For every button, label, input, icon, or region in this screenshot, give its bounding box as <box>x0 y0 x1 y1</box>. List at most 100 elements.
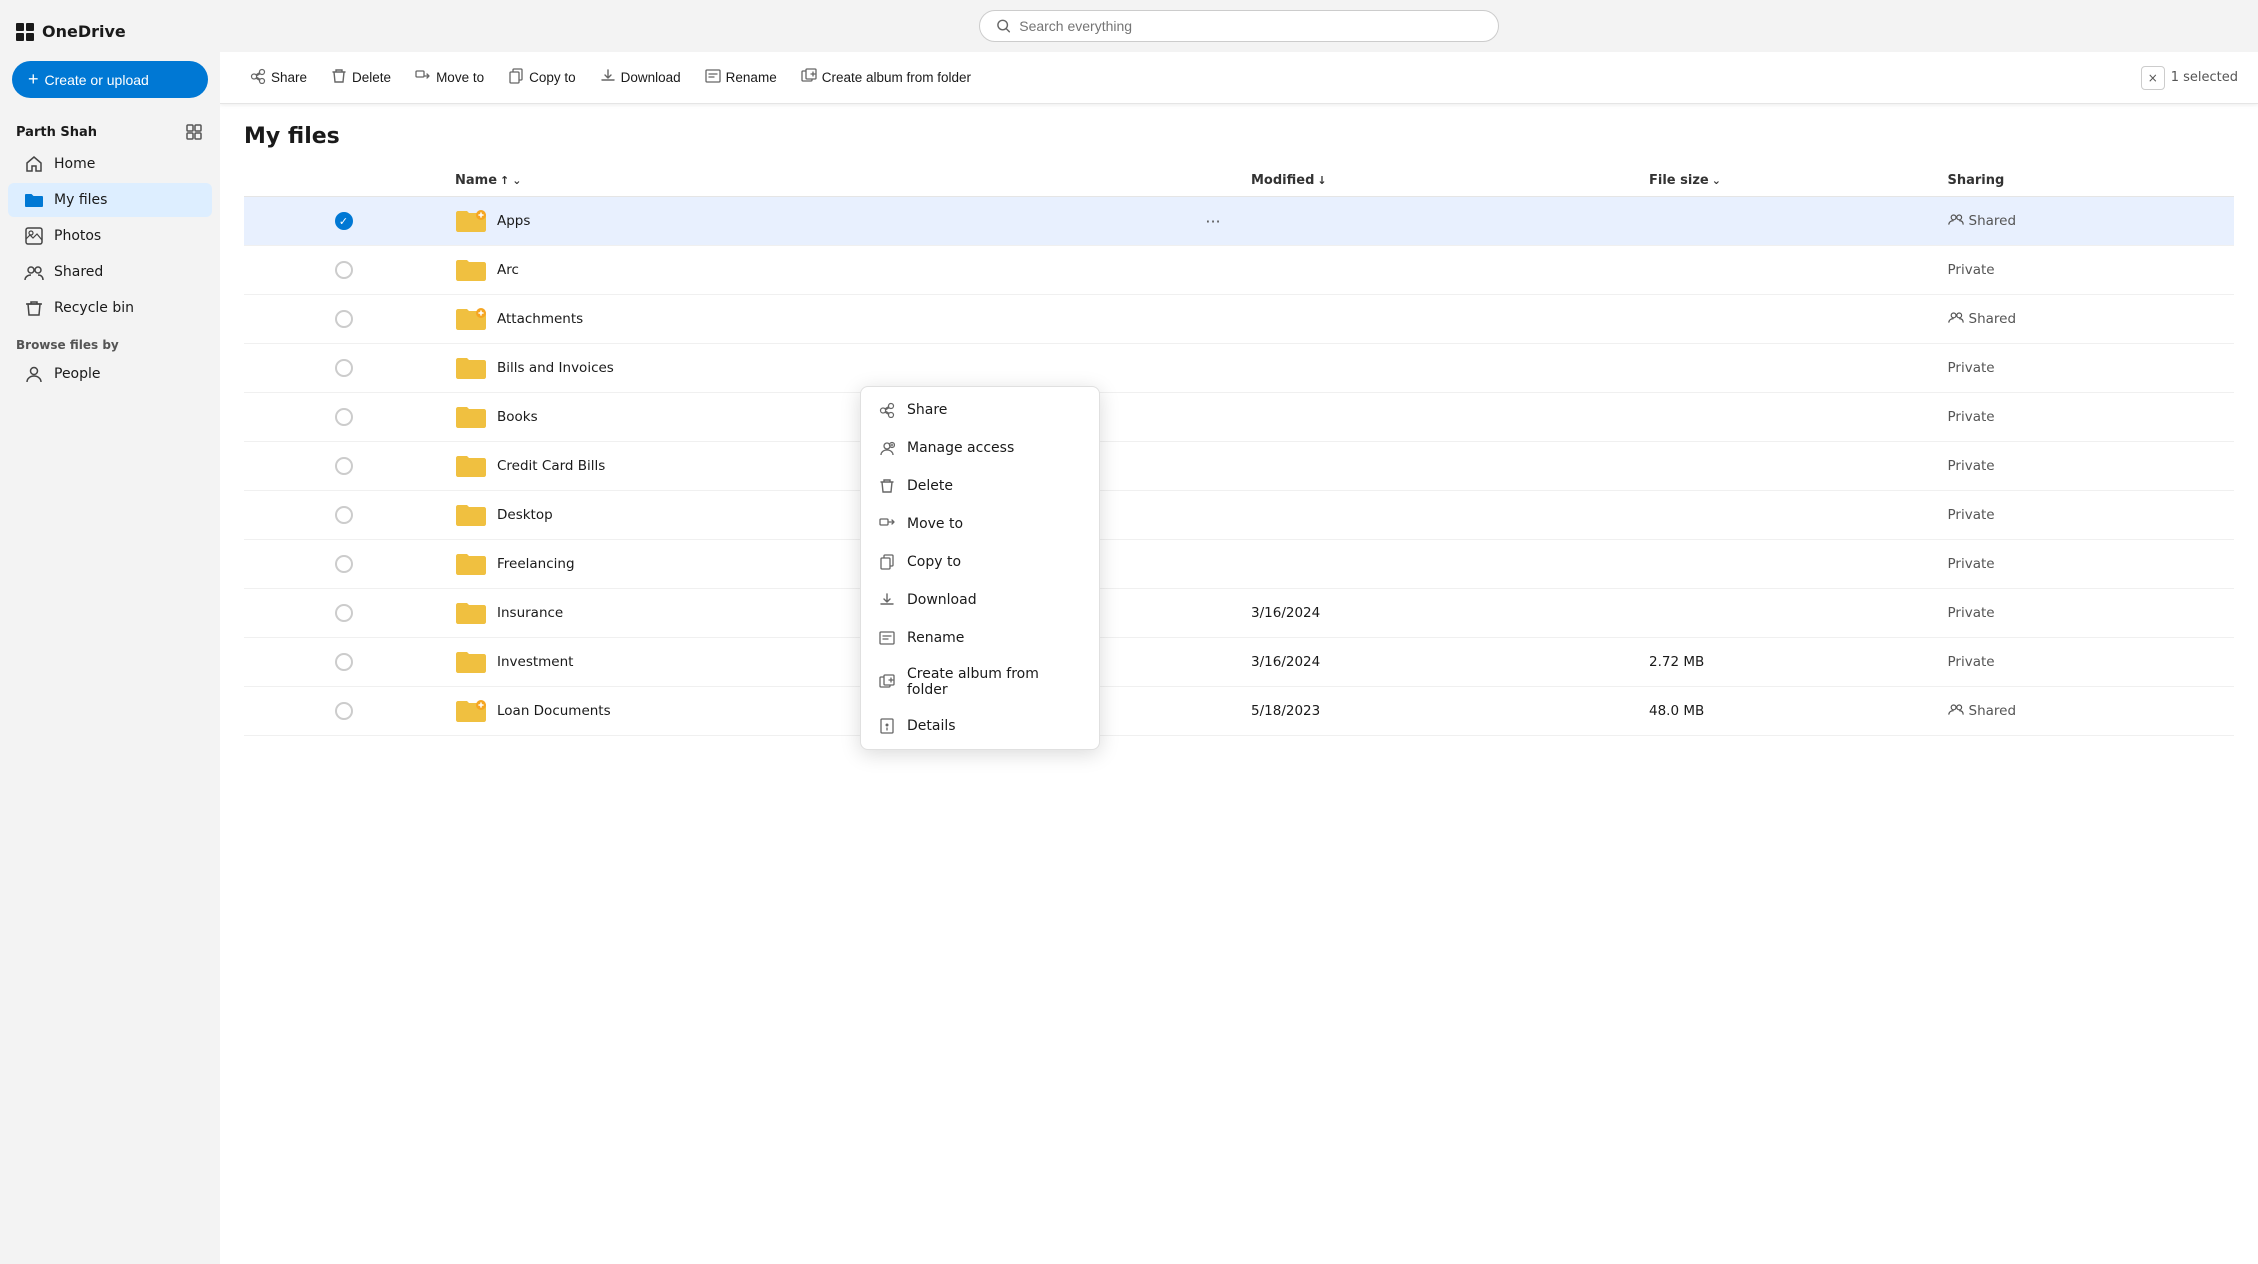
th-file-size[interactable]: File size ⌄ <box>1637 165 1936 197</box>
ctx-item-share[interactable]: Share <box>861 391 1099 429</box>
rename-button[interactable]: Rename <box>695 62 787 94</box>
sharing-label: Private <box>1948 262 1995 278</box>
modified-header-label: Modified <box>1251 173 1314 188</box>
name-cell[interactable]: Loan Documents ··· <box>443 687 1239 736</box>
file-name: Loan Documents <box>497 703 611 719</box>
th-modified[interactable]: Modified ↓ <box>1239 165 1637 197</box>
checkbox-cell[interactable]: ✓ <box>244 197 443 246</box>
create-or-upload-button[interactable]: + Create or upload <box>12 61 208 98</box>
checkbox-cell[interactable] <box>244 344 443 393</box>
row-checkbox-empty[interactable] <box>335 408 353 426</box>
sharing-shared-icon <box>1948 702 1964 720</box>
size-cell <box>1637 295 1936 344</box>
search-input[interactable] <box>1019 18 1482 34</box>
people-icon <box>24 364 44 384</box>
ctx-item-label: Details <box>907 718 956 734</box>
folder-icon <box>455 303 487 335</box>
create-button-label: Create or upload <box>45 72 149 88</box>
table-row: Insurance ··· 3/16/2024 Private <box>244 589 2234 638</box>
delete-button[interactable]: Delete <box>321 62 401 94</box>
ctx-item-move-to[interactable]: Move to <box>861 505 1099 543</box>
name-cell[interactable]: Insurance ··· <box>443 589 1239 638</box>
sidebar-item-my-files[interactable]: My files <box>8 183 212 217</box>
name-cell[interactable]: Bills and Invoices ··· <box>443 344 1239 393</box>
checkbox-cell[interactable] <box>244 393 443 442</box>
plus-icon: + <box>28 69 39 90</box>
row-checkbox-empty[interactable] <box>335 359 353 377</box>
ctx-item-rename[interactable]: Rename <box>861 619 1099 657</box>
checkbox-cell[interactable] <box>244 442 443 491</box>
sidebar-item-home-label: Home <box>54 156 95 172</box>
sidebar-item-shared[interactable]: Shared <box>8 255 212 289</box>
checkbox-cell[interactable] <box>244 540 443 589</box>
table-header-row: Name ↑ ⌄ Modified ↓ File size <box>244 165 2234 197</box>
checkbox-cell[interactable] <box>244 295 443 344</box>
row-checkbox-empty[interactable] <box>335 457 353 475</box>
checkbox-cell[interactable] <box>244 491 443 540</box>
ctx-item-create-album[interactable]: Create album from folder <box>861 657 1099 707</box>
name-cell[interactable]: Credit Card Bills ··· <box>443 442 1239 491</box>
shared-nav-icon <box>24 262 44 282</box>
size-value: 2.72 MB <box>1649 654 1704 670</box>
name-cell[interactable]: Attachments ··· <box>443 295 1239 344</box>
row-checkbox-empty[interactable] <box>335 604 353 622</box>
ctx-item-download[interactable]: Download <box>861 581 1099 619</box>
checkbox-cell[interactable] <box>244 246 443 295</box>
copy-to-button[interactable]: Copy to <box>498 62 586 94</box>
name-cell[interactable]: Desktop ··· <box>443 491 1239 540</box>
ctx-item-manage-access[interactable]: Manage access <box>861 429 1099 467</box>
modified-value: 3/16/2024 <box>1251 654 1320 670</box>
name-cell[interactable]: Investment ··· <box>443 638 1239 687</box>
row-checkbox-empty[interactable] <box>335 555 353 573</box>
size-cell: 48.0 MB <box>1637 687 1936 736</box>
home-icon <box>24 154 44 174</box>
download-icon <box>600 68 616 88</box>
download-button[interactable]: Download <box>590 62 691 94</box>
sidebar-item-people[interactable]: People <box>8 357 212 391</box>
checkbox-cell[interactable] <box>244 589 443 638</box>
close-selection-button[interactable]: × <box>2141 66 2165 90</box>
row-checkbox-empty[interactable] <box>335 261 353 279</box>
share-icon <box>250 68 266 88</box>
ctx-item-details[interactable]: Details <box>861 707 1099 745</box>
checkbox-cell[interactable] <box>244 687 443 736</box>
file-name: Attachments <box>497 311 583 327</box>
row-checkbox-empty[interactable] <box>335 506 353 524</box>
folder-icon <box>455 695 487 727</box>
modified-cell <box>1239 491 1637 540</box>
name-cell[interactable]: Apps ··· <box>443 197 1239 246</box>
sidebar-item-shared-label: Shared <box>54 264 103 280</box>
ctx-item-delete[interactable]: Delete <box>861 467 1099 505</box>
search-box[interactable] <box>979 10 1499 42</box>
sidebar: OneDrive + Create or upload Parth Shah H… <box>0 0 220 1264</box>
more-options-button[interactable]: ··· <box>1199 207 1227 235</box>
row-checkbox-empty[interactable] <box>335 310 353 328</box>
row-checkbox-empty[interactable] <box>335 653 353 671</box>
name-cell[interactable]: Arc ··· <box>443 246 1239 295</box>
sharing-shared-icon <box>1948 310 1964 328</box>
table-row: Desktop ··· Private <box>244 491 2234 540</box>
row-checkbox-empty[interactable] <box>335 702 353 720</box>
sharing-cell: Private <box>1936 393 2235 442</box>
ctx-item-label: Download <box>907 592 977 608</box>
move-to-button[interactable]: Move to <box>405 62 494 94</box>
context-menu: Share Manage access Delete Move to Copy … <box>860 386 1100 750</box>
share-button[interactable]: Share <box>240 62 317 94</box>
th-name[interactable]: Name ↑ ⌄ <box>443 165 1239 197</box>
size-cell <box>1637 246 1936 295</box>
manage-access-icon <box>877 438 897 458</box>
sidebar-item-photos[interactable]: Photos <box>8 219 212 253</box>
name-cell[interactable]: Books ··· <box>443 393 1239 442</box>
folder-icon <box>455 646 487 678</box>
checkbox-cell[interactable] <box>244 638 443 687</box>
ctx-item-copy-to[interactable]: Copy to <box>861 543 1099 581</box>
name-cell[interactable]: Freelancing ··· <box>443 540 1239 589</box>
browse-files-label: Browse files by <box>0 326 220 356</box>
expand-sidebar-icon[interactable] <box>184 122 204 142</box>
sidebar-item-recycle-bin[interactable]: Recycle bin <box>8 291 212 325</box>
size-cell <box>1637 540 1936 589</box>
rename-ctx-icon <box>877 628 897 648</box>
row-checkbox-checked[interactable]: ✓ <box>335 212 353 230</box>
sidebar-item-home[interactable]: Home <box>8 147 212 181</box>
create-album-button[interactable]: Create album from folder <box>791 62 981 94</box>
